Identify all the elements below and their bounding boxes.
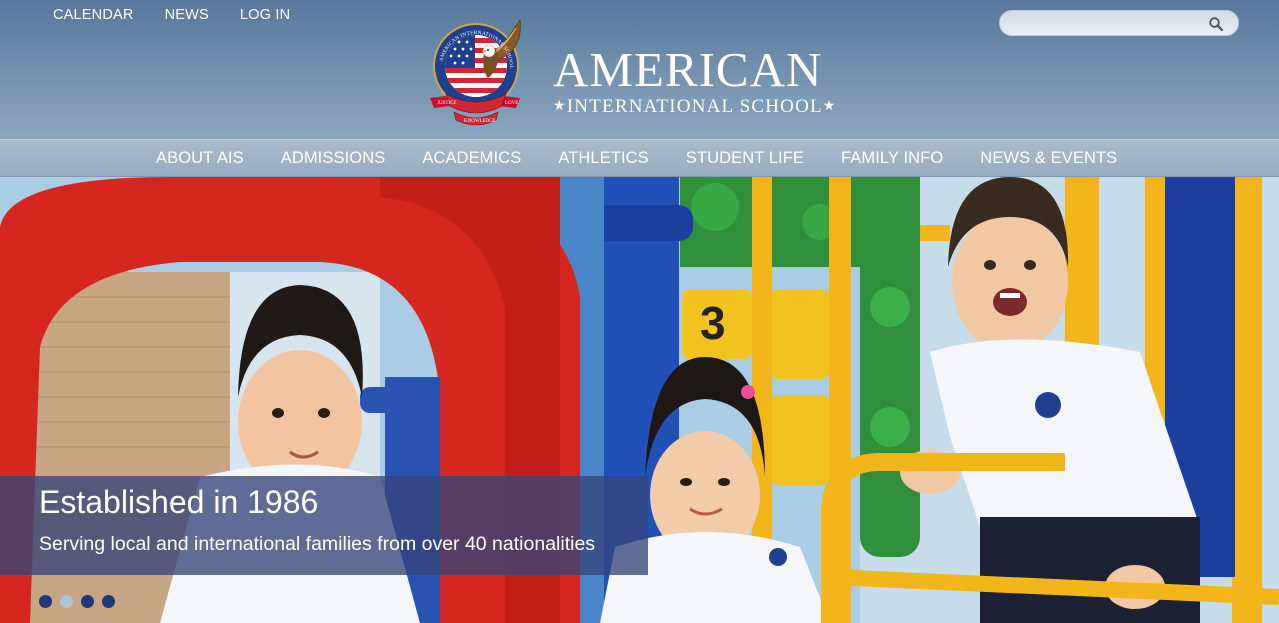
school-wordmark[interactable]: AMERICAN ★INTERNATIONAL SCHOOL★ [553,42,853,118]
nav-item-about-ais[interactable]: ABOUT AIS [156,149,244,168]
slider-dot-1[interactable] [39,595,52,608]
nav-item-admissions[interactable]: ADMISSIONS [281,149,386,168]
hero-caption-text: Serving local and international families… [39,533,596,555]
slider-dot-4[interactable] [102,595,115,608]
star-icon: ★ [822,99,837,114]
search-input[interactable] [1012,14,1202,32]
wordmark-subtitle: INTERNATIONAL SCHOOL [566,96,823,117]
crest-ribbon-knowledge: KNOWLEDGE [464,119,496,124]
search-box [999,10,1239,36]
nav-item-news-events[interactable]: NEWS & EVENTS [980,149,1117,168]
hero-slider[interactable]: 3 Established in 1986 Serving local and … [0,177,1279,623]
nav-item-academics[interactable]: ACADEMICS [422,149,521,168]
nav-item-student-life[interactable]: STUDENT LIFE [686,149,804,168]
nav-item-athletics[interactable]: ATHLETICS [558,149,648,168]
crest-ribbon-love: LOVE [505,101,518,106]
utility-nav: CALENDAR NEWS LOG IN [53,7,290,23]
svg-text:3: 3 [700,297,726,349]
slider-dot-3[interactable] [81,595,94,608]
nav-item-family-info[interactable]: FAMILY INFO [841,149,943,168]
crest-ribbon-justice: JUSTICE [437,101,456,106]
school-crest-logo[interactable]: JUSTICE KNOWLEDGE LOVE AMERICAN INTERNAT… [428,14,536,126]
hero-caption: Established in 1986 Serving local and in… [0,476,648,575]
search-icon[interactable] [1208,16,1224,32]
main-nav: ABOUT AIS ADMISSIONS ACADEMICS ATHLETICS… [0,139,1279,177]
utility-link-login[interactable]: LOG IN [240,7,290,23]
utility-link-calendar[interactable]: CALENDAR [53,7,134,23]
wordmark-subtitle-row: ★INTERNATIONAL SCHOOL★ [553,96,853,118]
site-header: CALENDAR NEWS LOG IN JUSTICE KNOWLEDGE L… [0,0,1279,139]
hero-caption-title: Established in 1986 [39,484,319,520]
utility-link-news[interactable]: NEWS [165,7,209,23]
star-icon: ★ [553,99,567,114]
wordmark-title: AMERICAN [553,42,823,97]
slider-dot-2[interactable] [60,595,73,608]
slider-pagination [39,595,115,608]
